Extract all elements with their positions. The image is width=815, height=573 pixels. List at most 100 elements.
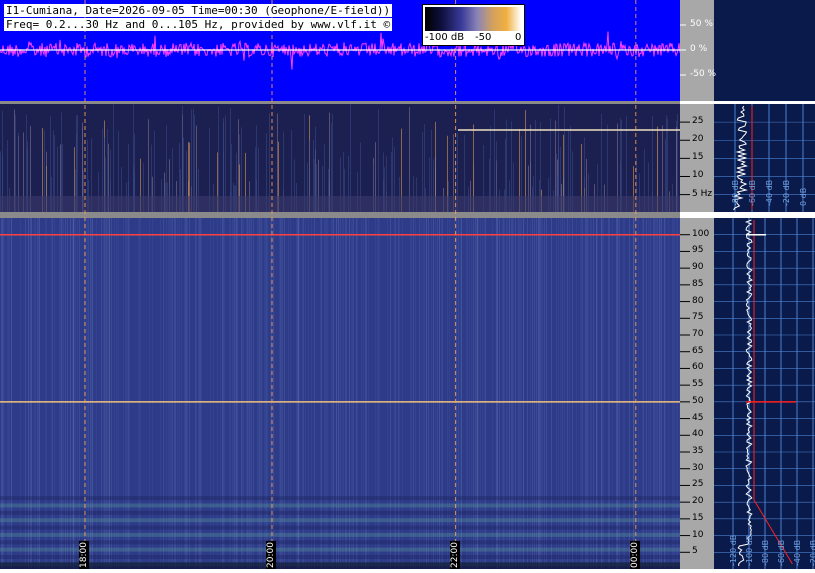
spectro-high-streak [149, 218, 150, 569]
spectro-high-streak [648, 218, 649, 569]
spectro-high-streak [460, 218, 461, 569]
spectro-high-streak [673, 218, 674, 569]
colorbar-label-min: -100 dB [425, 32, 465, 43]
spectro-high-streak [394, 218, 395, 569]
spectro-high-streak [305, 218, 306, 569]
spectro-high-streak [379, 218, 380, 569]
spectro-high-streak [101, 218, 102, 569]
spectro-high-streak [378, 218, 379, 569]
spectro-high-streak [220, 218, 221, 569]
spectro-high-streak [65, 218, 66, 569]
spectro-high-streak [672, 218, 673, 569]
spectro-high-streak [250, 218, 251, 569]
spectro-high-streak [224, 218, 225, 569]
spectro-high-streak [30, 218, 31, 569]
spectro-high-streak [111, 218, 112, 569]
profile-high-xtick: -80 dB [761, 540, 770, 566]
spectro-high-streak [241, 218, 242, 569]
spectro-high-streak [580, 218, 581, 569]
low-tick-label: 5 Hz [692, 188, 713, 199]
spectro-high-streak [232, 218, 233, 569]
header-title: I1-Cumiana, Date=2026-09-05 Time=00:30 (… [4, 4, 393, 17]
spectro-high-streak [45, 218, 46, 569]
high-tick-label: 95 [692, 245, 704, 256]
spectro-high-streak [539, 218, 540, 569]
spectro-high-streak [8, 218, 9, 569]
spectro-high-streak [174, 218, 175, 569]
high-tick-label: 40 [692, 429, 704, 440]
spectro-high-streak [519, 218, 520, 569]
spectro-high-streak [591, 218, 592, 569]
high-tick-label: 100 [692, 228, 710, 239]
spectro-high-streak [413, 218, 414, 569]
spectro-high-streak [326, 218, 327, 569]
spectro-high-streak [75, 218, 76, 569]
high-tick-label: 80 [692, 295, 704, 306]
spectro-high-streak [586, 218, 587, 569]
pct-tick-label: 0 % [690, 44, 708, 54]
spectro-high-streak [668, 218, 669, 569]
spectro-high-streak [314, 218, 315, 569]
spectro-high-streak [39, 218, 40, 569]
spectro-high-streak [375, 218, 376, 569]
spectro-high-streak [126, 218, 127, 569]
spectro-high-streak [512, 218, 513, 569]
spectro-high-streak [521, 218, 522, 569]
spectro-high-streak [2, 218, 3, 569]
high-tick-label: 35 [692, 446, 704, 456]
spectro-high-streak [233, 218, 234, 569]
spectro-high-streak [103, 218, 104, 569]
spectro-high-streak [7, 218, 8, 569]
spectro-high-streak [657, 218, 658, 569]
time-label: 20:00 [266, 541, 276, 569]
spectro-high-streak [63, 218, 64, 569]
high-tick-label: 90 [692, 262, 704, 273]
spectro-high-streak [513, 218, 514, 569]
spectro-high-streak [86, 218, 87, 569]
spectro-high-streak [368, 218, 369, 569]
spectro-high-streak [619, 218, 620, 569]
spectro-high-streak [562, 218, 563, 569]
spectro-high-streak [31, 218, 32, 569]
spectro-high-streak [303, 218, 304, 569]
spectro-high-streak [679, 218, 680, 569]
spectro-high-streak [290, 218, 291, 569]
spectro-high-streak [496, 218, 497, 569]
spectro-high-lowfreq-band [0, 496, 680, 501]
high-tick-label: 15 [692, 512, 704, 523]
spectro-high-streak [11, 218, 12, 569]
spectro-high-streak [551, 218, 552, 569]
spectro-high-streak [461, 218, 462, 569]
spectro-high-streak [185, 218, 186, 569]
spectro-high-streak [616, 218, 617, 569]
profile-low-xtick: -80 dB [731, 180, 740, 206]
spectro-high-streak [282, 218, 283, 569]
spectro-high-streak [587, 218, 588, 569]
spectro-high-streak [502, 218, 503, 569]
spectro-high-streak [624, 218, 625, 569]
spectro-high-lowfreq-band [0, 554, 680, 559]
high-tick-label: 5 [692, 546, 698, 557]
spectro-high-streak [230, 218, 231, 569]
spectro-high-streak [497, 218, 498, 569]
spectro-high-streak [37, 218, 38, 569]
spectro-high-streak [346, 218, 347, 569]
spectro-high-streak [660, 218, 661, 569]
spectro-high-streak [582, 218, 583, 569]
spectro-high-streak [20, 218, 21, 569]
spectro-high-streak [70, 218, 71, 569]
spectro-high-streak [540, 218, 541, 569]
spectro-high-streak [177, 218, 178, 569]
spectro-high-streak [544, 218, 545, 569]
spectro-high-streak [332, 218, 333, 569]
high-tick-label: 60 [692, 362, 704, 373]
time-label: 22:00 [449, 541, 460, 569]
spectro-high-streak [163, 218, 164, 569]
spectro-high-streak [242, 218, 243, 569]
spectro-high-streak [618, 218, 619, 569]
pct-tick-label: -50 % [690, 69, 717, 79]
spectro-high-streak [327, 218, 328, 569]
spectro-high-streak [527, 218, 528, 569]
low-tick-label: 15 [692, 152, 704, 163]
spectro-high-lowfreq-band [0, 547, 680, 552]
